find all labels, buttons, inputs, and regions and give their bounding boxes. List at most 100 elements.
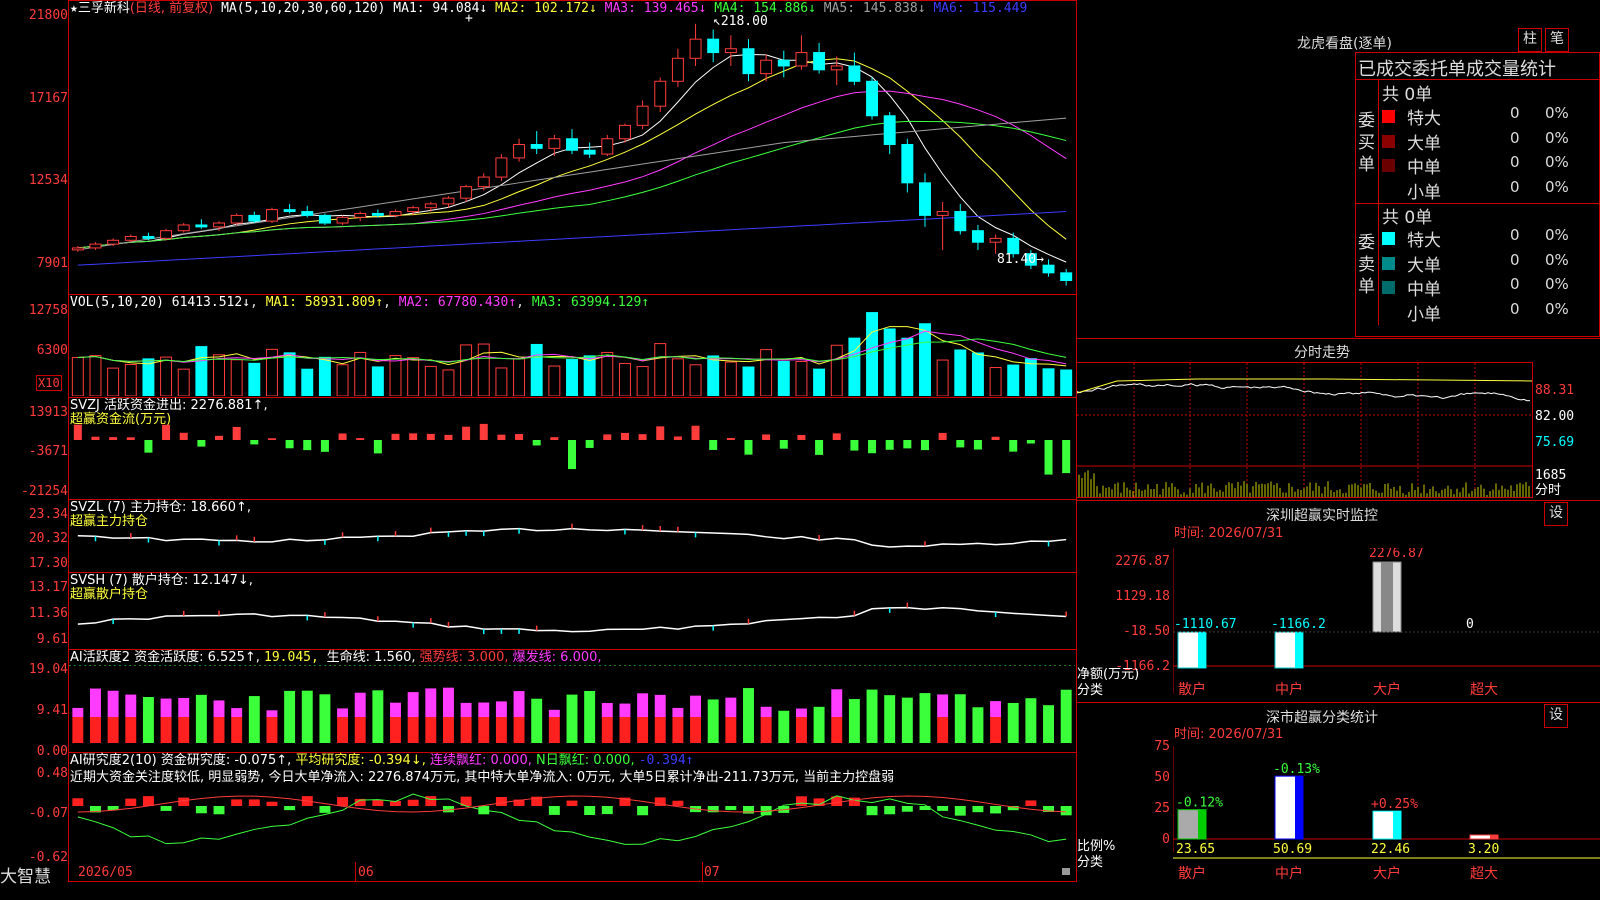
- vol-unit: X10: [36, 375, 62, 391]
- volume-bar: [283, 352, 296, 396]
- volume-bar: [460, 344, 473, 396]
- research-bar: [566, 800, 578, 806]
- activity-base-bar: [972, 717, 984, 743]
- order-color-swatch: [1382, 110, 1395, 123]
- activity-base-bar: [601, 717, 613, 743]
- bar-view-button[interactable]: 柱: [1518, 28, 1542, 52]
- fund-flow-bar: [797, 434, 806, 440]
- vol-axis-label: 12758: [28, 303, 68, 318]
- activity-base-bar: [425, 717, 437, 743]
- research-bar: [725, 806, 737, 811]
- main-chart-panel[interactable]: ★三孚新科(日线, 前复权) MA(5,10,20,30,60,120) MA1…: [0, 0, 1077, 900]
- volume-bar: [830, 344, 843, 396]
- svsh-axis-label: 13.17: [28, 580, 68, 595]
- fund-flow-bar: [479, 423, 488, 440]
- candle-body: [477, 176, 490, 188]
- svsh-axis-label: 11.36: [28, 606, 68, 621]
- volume-bar: [601, 351, 614, 396]
- fund-flow-bar: [1026, 440, 1035, 444]
- candle-body: [530, 144, 543, 149]
- candle-body: [407, 207, 420, 213]
- chart-mode: (日线, 前复权): [129, 1, 214, 16]
- candle-body: [230, 214, 243, 224]
- stock-name[interactable]: 三孚新科: [78, 1, 130, 16]
- activity-top-bar: [866, 689, 878, 717]
- svsh-line: [77, 602, 1067, 635]
- candle-body: [813, 52, 826, 71]
- research-bar: [319, 806, 331, 813]
- fund-flow-bar: [779, 440, 788, 449]
- intraday-title: 分时走势: [1294, 345, 1350, 361]
- fund-flow-bar: [762, 434, 771, 440]
- research-bar: [972, 806, 984, 813]
- fund-flow-bar: [179, 432, 188, 440]
- candle-body: [513, 144, 526, 159]
- ma1-value: MA1: 94.084↓: [393, 1, 488, 16]
- candle-body: [213, 222, 225, 228]
- activity-base-bar: [407, 717, 419, 743]
- classify-settings-button[interactable]: 设: [1544, 704, 1568, 728]
- right-sidebar: 龙虎看盘(逐单) 柱 笔 已成交委托单成交量统计 委买单 委卖单 共 0单 共 …: [1077, 0, 1600, 900]
- order-row-percent: 0%: [1545, 128, 1569, 147]
- research-bar: [795, 796, 807, 806]
- research-bar: [195, 806, 207, 814]
- ratio-value-label: 3.20: [1468, 842, 1499, 857]
- ratio-bar-shade: [1295, 776, 1303, 839]
- activity-base-bar: [795, 717, 807, 743]
- classify-xlabel: 分类: [1077, 855, 1104, 870]
- activity-top-bar: [848, 699, 860, 717]
- price-panel-header: ★三孚新科(日线, 前复权) MA(5,10,20,30,60,120) MA1…: [70, 1, 1028, 16]
- lock-icon[interactable]: [1062, 868, 1070, 875]
- volume-bar: [760, 349, 773, 396]
- classify-axis: 0: [1162, 832, 1170, 847]
- volume-bar: [883, 328, 896, 396]
- monitor-axis: -18.50: [1123, 624, 1170, 639]
- fund-flow-bar: [956, 440, 965, 448]
- volume-bar: [689, 364, 702, 396]
- order-row-count: 0: [1510, 275, 1520, 293]
- monitor-settings-button[interactable]: 设: [1544, 502, 1568, 526]
- fund-flow-bar: [91, 436, 100, 440]
- volume-bar: [989, 367, 1002, 396]
- research-bar: [248, 799, 260, 806]
- candle-body: [318, 214, 331, 224]
- activity-base-bar: [266, 717, 278, 743]
- volume-bar: [636, 366, 649, 396]
- intraday-chart[interactable]: [1077, 363, 1532, 497]
- order-row-label: 大单: [1407, 133, 1441, 154]
- fund-flow-bar: [620, 432, 629, 440]
- activity-base-bar: [72, 717, 84, 743]
- volume-bar: [407, 357, 420, 396]
- order-row-percent: 0%: [1545, 226, 1569, 244]
- net-bar-shade: [1381, 562, 1393, 632]
- activity-base-bar: [460, 717, 472, 743]
- activity-top-bar: [495, 701, 507, 717]
- ma-line: [77, 211, 1067, 266]
- activity-base-bar: [231, 717, 243, 743]
- activity-top-bar: [937, 694, 949, 717]
- candle-body: [901, 144, 914, 184]
- fund-flow-bar: [691, 425, 700, 440]
- order-row-count: 0: [1510, 104, 1520, 122]
- candlestick-chart[interactable]: [69, 20, 1075, 292]
- tick-view-button[interactable]: 笔: [1545, 28, 1569, 52]
- volume-ma-line: [77, 338, 1067, 363]
- activity-base-bar: [672, 717, 684, 743]
- category-label: 超大: [1470, 866, 1498, 882]
- volume-bar: [513, 358, 526, 396]
- fund-flow-bar: [603, 434, 612, 440]
- candle-body: [654, 80, 667, 107]
- activity-base-bar: [213, 717, 225, 743]
- activity-base-bar: [690, 717, 702, 743]
- activity-top-bar: [813, 706, 825, 717]
- order-row-label: 中单: [1407, 280, 1441, 300]
- svzl-line: [77, 523, 1067, 548]
- research-bar: [866, 806, 878, 816]
- volume-bar: [107, 367, 120, 396]
- sell-total: 共 0单: [1382, 208, 1433, 228]
- buy-orders-label: 委买单: [1358, 111, 1375, 175]
- low-marker: 81.40→: [997, 252, 1044, 267]
- svsh-axis-label: 9.61: [36, 632, 68, 647]
- candle-body: [177, 224, 190, 232]
- category-label: 大户: [1373, 865, 1401, 882]
